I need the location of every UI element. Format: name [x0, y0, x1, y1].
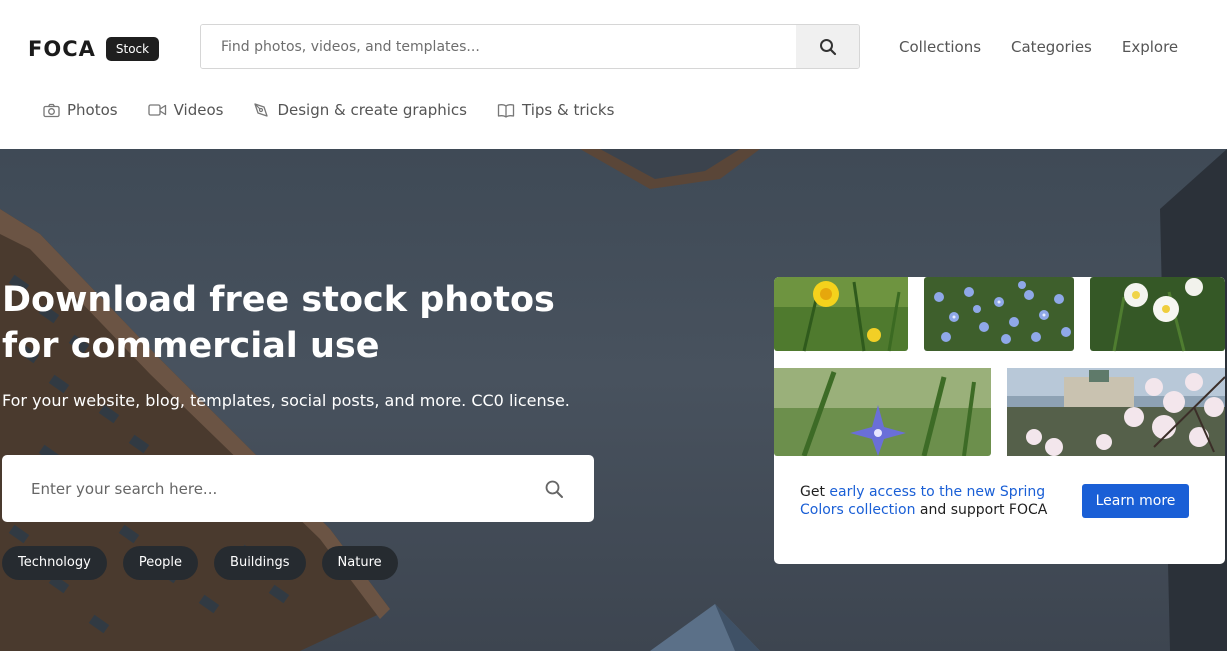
- tag-list: Technology People Buildings Nature: [2, 546, 398, 580]
- top-search-bar: [200, 24, 860, 69]
- photo-single-blue-flower: [774, 368, 991, 456]
- site-logo[interactable]: FOCA Stock: [28, 37, 160, 61]
- pen-tool-icon: [254, 102, 269, 117]
- logo-text: FOCA: [28, 37, 96, 61]
- subnav-item-design[interactable]: Design & create graphics: [253, 101, 467, 119]
- top-search-input[interactable]: [201, 25, 796, 68]
- hero-title: Download free stock photos for commercia…: [2, 280, 555, 366]
- nav-link-categories[interactable]: Categories: [1011, 38, 1092, 56]
- promo-photo-collage: [774, 277, 1225, 456]
- tag-buildings[interactable]: Buildings: [214, 546, 306, 580]
- subnav-label-photos: Photos: [67, 101, 118, 119]
- top-nav: Collections Categories Explore: [899, 38, 1178, 56]
- sub-nav: Photos Videos Design & create graphics T…: [43, 101, 614, 119]
- learn-more-button[interactable]: Learn more: [1082, 484, 1189, 518]
- hero-search-input[interactable]: [2, 479, 514, 498]
- book-icon: [497, 103, 515, 118]
- photo-daffodil: [774, 277, 908, 352]
- promo-text-after: and support FOCA: [915, 502, 1048, 518]
- subnav-label-videos: Videos: [173, 101, 224, 119]
- promo-text-before: Get: [800, 484, 830, 500]
- subnav-item-videos[interactable]: Videos: [147, 101, 224, 119]
- subnav-item-photos[interactable]: Photos: [43, 101, 118, 119]
- subnav-label-design: Design & create graphics: [277, 101, 467, 119]
- top-search-button[interactable]: [796, 25, 859, 68]
- site-header: FOCA Stock Collections Categories Explor…: [0, 0, 1227, 149]
- hero-subtitle: For your website, blog, templates, socia…: [2, 391, 570, 410]
- promo-card: Get early access to the new Spring Color…: [774, 277, 1225, 564]
- search-icon: [819, 38, 836, 55]
- tag-nature[interactable]: Nature: [321, 546, 398, 580]
- hero-section: Download free stock photos for commercia…: [0, 149, 1227, 651]
- search-icon: [545, 480, 563, 498]
- photo-blue-flowers: [924, 277, 1074, 351]
- hero-search-button[interactable]: [514, 455, 594, 522]
- nav-link-collections[interactable]: Collections: [899, 38, 981, 56]
- tag-technology[interactable]: Technology: [2, 546, 107, 580]
- logo-badge: Stock: [105, 37, 160, 61]
- nav-link-explore[interactable]: Explore: [1122, 38, 1178, 56]
- photo-cherry-blossoms: [1007, 368, 1225, 456]
- camera-icon: [43, 103, 60, 117]
- tag-people[interactable]: People: [122, 546, 199, 580]
- hero-search-bar: [2, 455, 594, 522]
- photo-white-flowers: [1090, 277, 1225, 352]
- promo-text: Get early access to the new Spring Color…: [800, 483, 1070, 519]
- subnav-item-tips[interactable]: Tips & tricks: [497, 101, 614, 119]
- video-icon: [147, 104, 166, 116]
- subnav-label-tips: Tips & tricks: [522, 101, 615, 119]
